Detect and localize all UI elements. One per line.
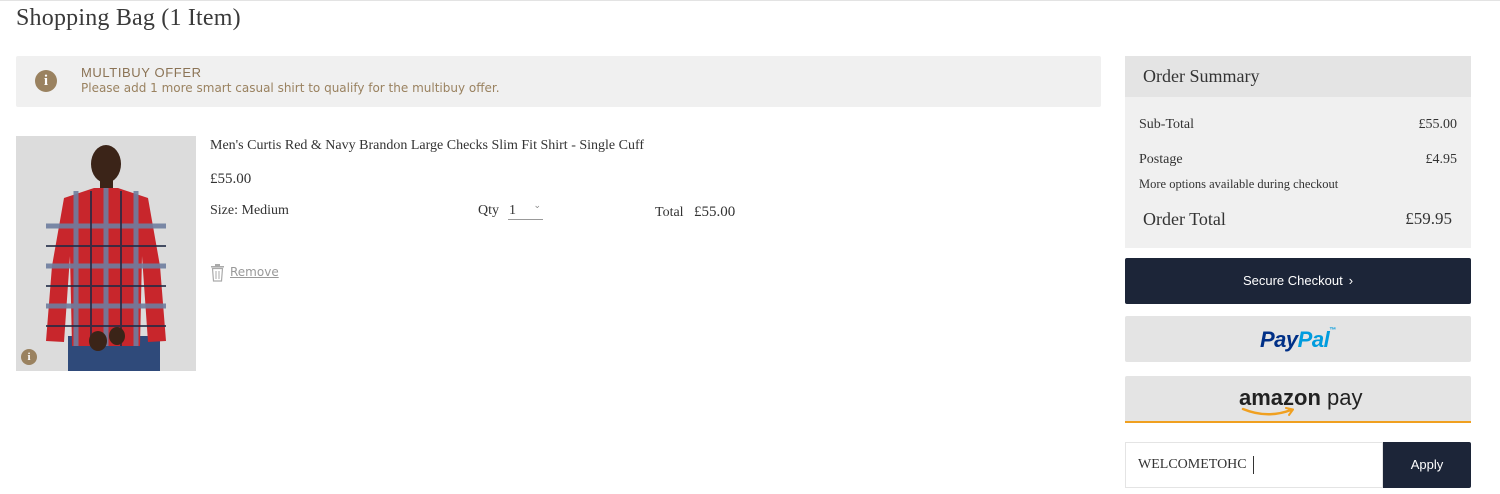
image-info-icon[interactable]: i <box>21 349 37 365</box>
info-icon: i <box>35 70 57 92</box>
postage-note: More options available during checkout <box>1139 177 1339 191</box>
product-price: £55.00 <box>210 171 252 187</box>
apply-promo-button[interactable]: Apply <box>1383 442 1471 488</box>
size-label: Size: <box>210 203 238 218</box>
product-image[interactable]: i <box>16 136 196 371</box>
paypal-logo-pay: Pay <box>1260 327 1298 352</box>
text-caret <box>1253 456 1254 474</box>
paypal-button[interactable]: PayPal™ <box>1125 316 1471 362</box>
paypal-logo-pal: Pal <box>1297 327 1330 352</box>
postage-value: £4.95 <box>1425 152 1458 167</box>
postage-label: Postage <box>1139 152 1183 167</box>
multibuy-offer-banner: i MULTIBUY OFFER Please add 1 more smart… <box>16 56 1101 107</box>
order-summary-header: Order Summary <box>1125 56 1471 97</box>
amazon-pay-word: pay <box>1320 385 1363 410</box>
checkout-label: Secure Checkout <box>1242 273 1343 288</box>
promo-code-input[interactable] <box>1126 443 1368 487</box>
amazon-pay-button[interactable]: amazon pay <box>1125 376 1471 423</box>
chevron-down-icon: ⌄ <box>533 201 541 211</box>
order-summary-title: Order Summary <box>1143 66 1260 86</box>
top-divider <box>0 0 1500 1</box>
offer-message: Please add 1 more smart casual shirt to … <box>81 81 500 95</box>
amazon-smile-icon <box>1241 407 1294 416</box>
offer-title: MULTIBUY OFFER <box>81 65 202 80</box>
size-value: Medium <box>241 203 289 218</box>
secure-checkout-button[interactable]: Secure Checkout › <box>1125 258 1471 304</box>
paypal-logo: PayPal™ <box>1260 327 1336 353</box>
line-total-value: £55.00 <box>694 204 736 220</box>
paypal-trademark: ™ <box>1329 327 1336 334</box>
subtotal-label: Sub-Total <box>1139 117 1195 132</box>
order-total-label: Order Total <box>1143 209 1226 229</box>
order-summary-body: Sub-Total £55.00 Postage £4.95 More opti… <box>1125 97 1471 248</box>
order-total-value: £59.95 <box>1405 209 1452 228</box>
line-total-label: Total <box>655 205 684 220</box>
product-size: Size: Medium <box>210 203 289 219</box>
promo-code-field[interactable] <box>1125 442 1383 488</box>
shirt-model-illustration <box>16 136 196 371</box>
quantity-select[interactable]: 1 ⌄ <box>508 201 543 220</box>
quantity-value: 1 <box>509 203 516 218</box>
subtotal-value: £55.00 <box>1418 117 1458 132</box>
chevron-right-icon: › <box>1348 273 1354 288</box>
qty-label: Qty <box>478 203 499 218</box>
remove-label[interactable]: Remove <box>230 265 279 279</box>
page-title: Shopping Bag (1 Item) <box>16 5 241 31</box>
product-name[interactable]: Men's Curtis Red & Navy Brandon Large Ch… <box>210 138 644 154</box>
trash-icon <box>211 264 224 282</box>
